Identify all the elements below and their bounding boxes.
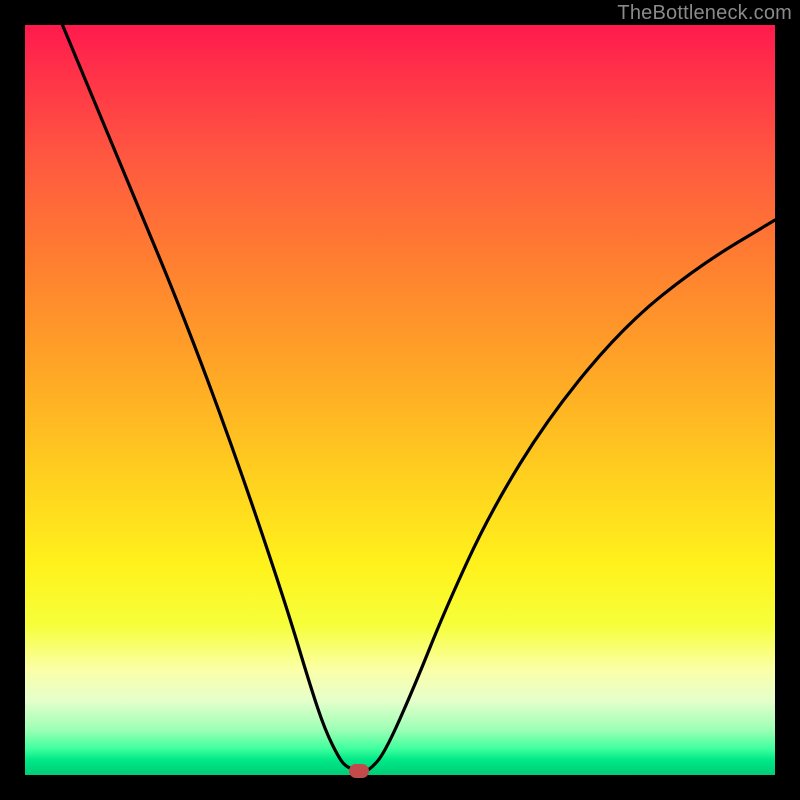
optimal-point-marker [349, 764, 369, 778]
watermark-text: TheBottleneck.com [617, 2, 792, 25]
bottleneck-curve [25, 25, 775, 775]
plot-area [25, 25, 775, 775]
